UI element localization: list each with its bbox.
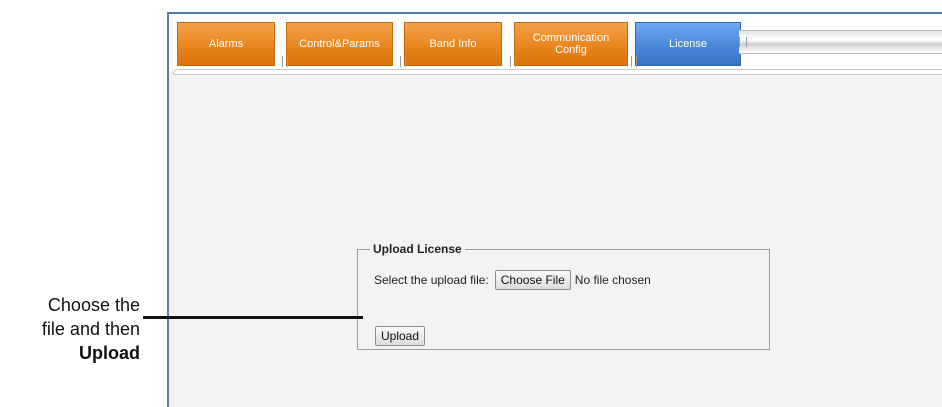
tab-license-label: License xyxy=(669,38,707,50)
upload-button[interactable]: Upload xyxy=(375,326,426,346)
callout-line-2: file and then xyxy=(41,319,140,339)
tab-grip xyxy=(510,56,516,67)
app-frame: Alarms Control&Params Band Info Communic… xyxy=(167,12,942,407)
choose-file-button[interactable]: Choose File xyxy=(494,270,571,290)
content-divider xyxy=(173,69,942,75)
tab-band-info-label: Band Info xyxy=(429,38,477,50)
tab-rail xyxy=(739,30,942,54)
tab-alarms-label: Alarms xyxy=(208,38,244,50)
callout-line-3: Upload xyxy=(79,343,140,363)
callout-line-1: Choose the xyxy=(47,295,140,315)
upload-license-legend: Upload License xyxy=(373,242,462,256)
rail-grip xyxy=(739,37,747,47)
tab-band-info[interactable]: Band Info xyxy=(400,22,502,67)
tab-communication-config[interactable]: Communication Config xyxy=(510,22,628,67)
tab-license[interactable]: License xyxy=(631,22,741,67)
tab-grip xyxy=(282,56,288,67)
tab-control-params[interactable]: Control&Params xyxy=(282,22,393,67)
instruction-callout: Choose the file and then Upload xyxy=(0,293,140,365)
upload-license-panel: Upload License Select the upload file: C… xyxy=(357,242,770,350)
tab-control-params-label: Control&Params xyxy=(299,38,380,50)
tab-alarms[interactable]: Alarms xyxy=(177,22,275,66)
select-file-label: Select the upload file: xyxy=(374,273,489,287)
callout-leader-line xyxy=(143,316,363,319)
file-status-text: No file chosen xyxy=(574,273,651,287)
tab-bar: Alarms Control&Params Band Info Communic… xyxy=(169,14,942,75)
tab-communication-config-label: Communication Config xyxy=(532,32,610,56)
tab-grip xyxy=(400,56,406,67)
file-select-row: Select the upload file: Choose File No f… xyxy=(374,270,651,290)
tab-grip xyxy=(631,56,637,67)
